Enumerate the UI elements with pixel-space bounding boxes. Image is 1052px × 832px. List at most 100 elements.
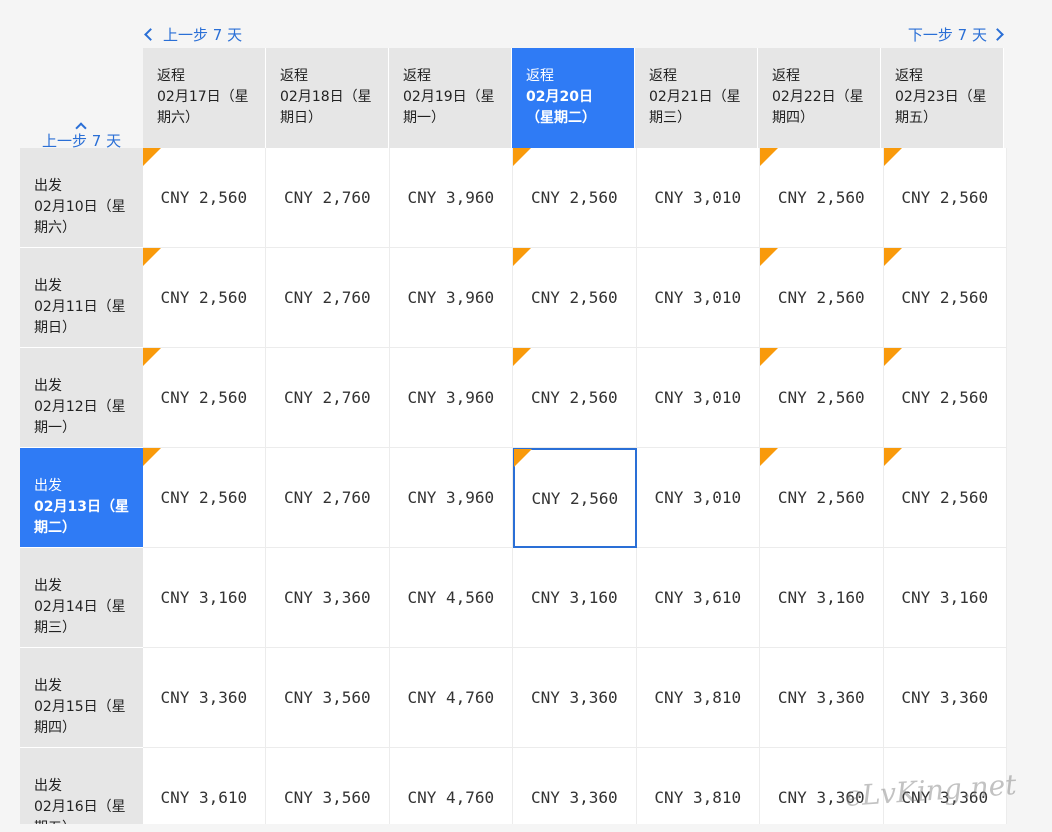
fare-price: CNY 3,810 <box>654 788 742 807</box>
depart-label: 出发 <box>34 578 62 594</box>
fare-calendar-grid: 出发 02月10日（星期六） CNY 2,560 CNY 2,760 CNY 3,960… <box>20 148 1007 824</box>
fare-cell[interactable]: CNY 3,560 <box>266 648 390 748</box>
fare-cell[interactable]: CNY 2,560 <box>142 348 267 448</box>
fare-cell[interactable]: CNY 2,760 <box>266 448 390 548</box>
return-date-header-1[interactable]: 返程 02月18日（星期日） <box>266 48 389 148</box>
return-label: 返程 <box>403 68 431 84</box>
fare-price: CNY 3,360 <box>530 688 618 707</box>
depart-date-label-6[interactable]: 出发 02月16日（星期五） <box>20 748 143 824</box>
fare-price: CNY 3,560 <box>283 688 371 707</box>
fare-cell[interactable]: CNY 2,560 <box>760 248 884 348</box>
return-date: 02月19日（星期一） <box>403 89 495 126</box>
return-date-header-0[interactable]: 返程 02月17日（星期六） <box>143 48 266 148</box>
fare-cell[interactable]: CNY 3,810 <box>636 648 761 748</box>
fare-cell[interactable]: CNY 2,560 <box>513 348 637 448</box>
fare-cell[interactable]: CNY 2,560 <box>142 448 267 548</box>
depart-date-label-1[interactable]: 出发 02月11日（星期日） <box>20 248 143 348</box>
fare-cell[interactable]: CNY 2,760 <box>266 248 390 348</box>
fare-cell[interactable]: CNY 3,010 <box>636 448 761 548</box>
return-date-header-3[interactable]: 返程 02月20日（星期二） <box>512 48 635 148</box>
depart-date-label-5[interactable]: 出发 02月15日（星期四） <box>20 648 143 748</box>
fare-cell[interactable]: CNY 2,560 <box>760 348 884 448</box>
fare-cell[interactable]: CNY 3,160 <box>142 548 267 648</box>
fare-cell[interactable]: CNY 3,810 <box>636 748 761 824</box>
fare-price: CNY 4,560 <box>407 588 495 607</box>
fare-price: CNY 2,560 <box>901 488 989 507</box>
fare-cell[interactable]: CNY 3,610 <box>636 548 761 648</box>
next-7-days-return-link[interactable]: 下一步 7 天 <box>908 26 1004 44</box>
fare-row: 出发 02月12日（星期一） CNY 2,560 CNY 2,760 CNY 3,960… <box>20 348 1007 448</box>
lowest-fare-corner-icon <box>142 448 161 466</box>
fare-cell[interactable]: CNY 2,560 <box>883 448 1007 548</box>
depart-date-label-0[interactable]: 出发 02月10日（星期六） <box>20 148 143 248</box>
fare-cell[interactable]: CNY 2,760 <box>266 348 390 448</box>
fare-cell[interactable]: CNY 2,560 <box>883 148 1007 248</box>
fare-price: CNY 2,560 <box>901 188 989 207</box>
return-date-header-2[interactable]: 返程 02月19日（星期一） <box>389 48 512 148</box>
fare-cell[interactable]: CNY 2,560 <box>142 248 267 348</box>
fare-cell[interactable]: CNY 3,560 <box>266 748 390 824</box>
fare-cell[interactable]: CNY 4,760 <box>389 648 514 748</box>
prev-7-days-return-link[interactable]: 上一步 7 天 <box>144 26 243 44</box>
fare-price: CNY 2,760 <box>283 288 371 307</box>
fare-cell[interactable]: CNY 3,360 <box>883 648 1007 748</box>
fare-price: CNY 2,760 <box>283 388 371 407</box>
depart-date-label-3[interactable]: 出发 02月13日（星期二） <box>20 448 143 548</box>
fare-cell[interactable]: CNY 2,560 <box>142 148 267 248</box>
fare-price: CNY 2,560 <box>531 488 619 508</box>
fare-cell[interactable]: CNY 3,360 <box>266 548 390 648</box>
fare-price: CNY 3,010 <box>654 288 742 307</box>
fare-cell[interactable]: CNY 2,560 <box>760 148 884 248</box>
fare-cell[interactable]: CNY 3,610 <box>142 748 267 824</box>
fare-cell[interactable]: CNY 2,560 <box>883 248 1007 348</box>
fare-price: CNY 2,560 <box>530 288 618 307</box>
fare-cell[interactable]: CNY 2,560 <box>513 148 637 248</box>
fare-price: CNY 3,810 <box>654 688 742 707</box>
fare-cell[interactable]: CNY 4,760 <box>389 748 514 824</box>
depart-date-label-2[interactable]: 出发 02月12日（星期一） <box>20 348 143 448</box>
fare-cell[interactable]: CNY 3,010 <box>636 148 761 248</box>
fare-cell[interactable]: CNY 3,160 <box>513 548 637 648</box>
fare-cell[interactable]: CNY 4,560 <box>389 548 514 648</box>
fare-cell[interactable]: CNY 3,360 <box>142 648 267 748</box>
fare-price: CNY 3,360 <box>777 688 865 707</box>
fare-cell[interactable]: CNY 3,360 <box>760 648 884 748</box>
fare-cell[interactable]: CNY 3,360 <box>513 748 637 824</box>
fare-cell[interactable]: CNY 3,960 <box>389 248 514 348</box>
fare-cell[interactable]: CNY 3,010 <box>636 248 761 348</box>
depart-date: 02月12日（星期一） <box>34 399 126 436</box>
fare-price: CNY 3,010 <box>654 488 742 507</box>
fare-price: CNY 4,760 <box>407 688 495 707</box>
fare-row: 出发 02月14日（星期三） CNY 3,160 CNY 3,360 CNY 4,560… <box>20 548 1007 648</box>
return-date-header-4[interactable]: 返程 02月21日（星期三） <box>635 48 758 148</box>
fare-cell[interactable]: CNY 2,560 <box>513 248 637 348</box>
depart-label: 出发 <box>34 178 62 194</box>
depart-label: 出发 <box>34 378 62 394</box>
fare-price: CNY 3,160 <box>901 588 989 607</box>
lowest-fare-corner-icon <box>760 248 779 266</box>
prev-7-days-label: 上一步 7 天 <box>163 26 243 44</box>
fare-cell[interactable]: CNY 2,760 <box>266 148 390 248</box>
fare-cell[interactable]: CNY 3,010 <box>636 348 761 448</box>
fare-cell[interactable]: CNY 3,960 <box>389 148 514 248</box>
fare-cell[interactable]: CNY 3,960 <box>389 348 514 448</box>
fare-cell[interactable]: CNY 3,160 <box>883 548 1007 648</box>
fare-row: 出发 02月10日（星期六） CNY 2,560 CNY 2,760 CNY 3,960… <box>20 148 1007 248</box>
fare-cell[interactable]: CNY 3,160 <box>760 548 884 648</box>
return-date-header-5[interactable]: 返程 02月22日（星期四） <box>758 48 881 148</box>
fare-price: CNY 3,960 <box>407 188 495 207</box>
return-label: 返程 <box>526 68 554 84</box>
fare-price: CNY 2,560 <box>777 288 865 307</box>
fare-price: CNY 3,960 <box>407 288 495 307</box>
return-date: 02月21日（星期三） <box>649 89 741 126</box>
fare-cell[interactable]: CNY 3,360 <box>513 648 637 748</box>
fare-cell[interactable]: CNY 2,560 <box>760 448 884 548</box>
fare-price: CNY 2,560 <box>777 388 865 407</box>
fare-cell[interactable]: CNY 2,560 <box>513 448 637 548</box>
fare-cell[interactable]: CNY 3,960 <box>389 448 514 548</box>
return-date-header-6[interactable]: 返程 02月23日（星期五） <box>881 48 1004 148</box>
fare-cell[interactable]: CNY 2,560 <box>883 348 1007 448</box>
depart-date-label-4[interactable]: 出发 02月14日（星期三） <box>20 548 143 648</box>
fare-price: CNY 2,560 <box>530 388 618 407</box>
fare-price: CNY 3,160 <box>160 588 248 607</box>
